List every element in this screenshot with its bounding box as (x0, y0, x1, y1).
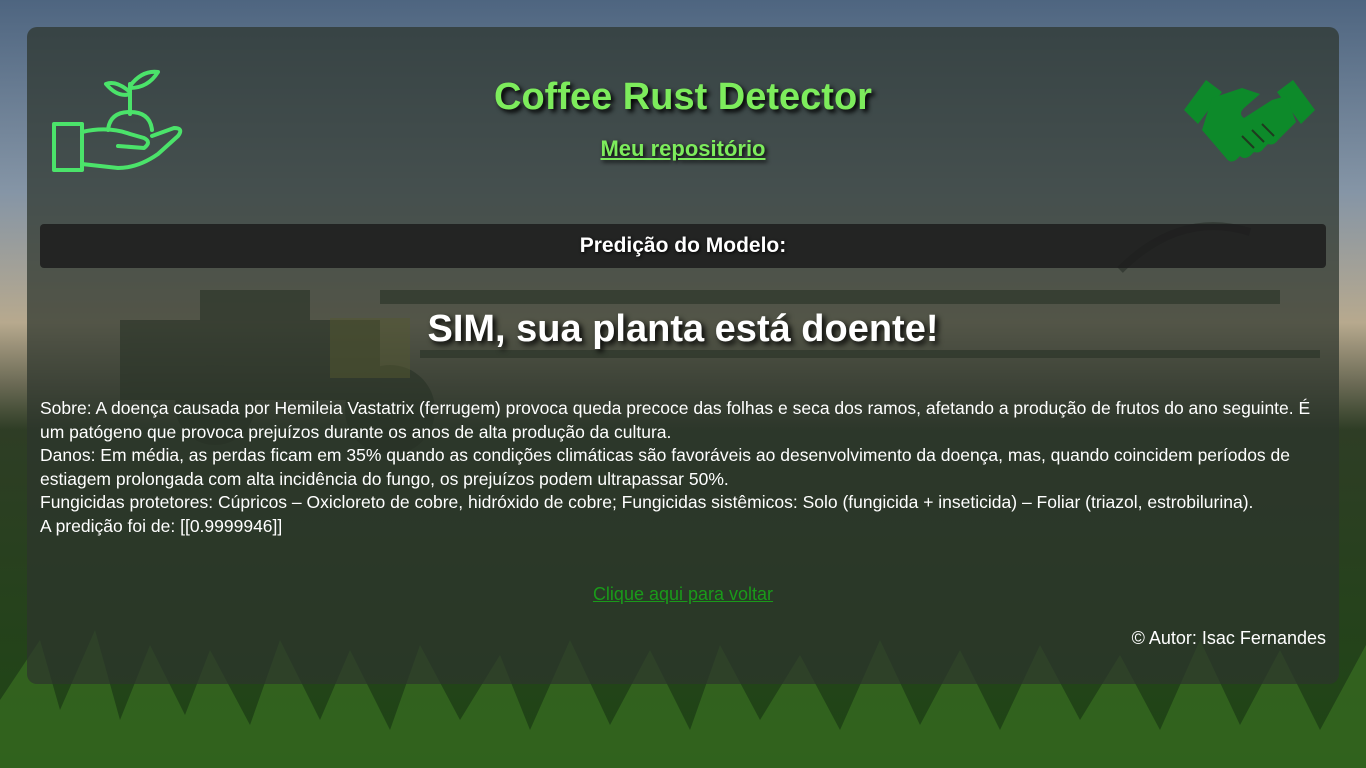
prediction-value-text: A predição foi de: [[0.9999946]] (40, 515, 283, 536)
author-credit: © Autor: Isac Fernandes (1131, 628, 1326, 648)
disease-info: Sobre: A doença causada por Hemileia Vas… (40, 397, 1330, 538)
prediction-result: SIM, sua planta está doente! (427, 308, 939, 350)
repository-link[interactable]: Meu repositório (0, 136, 1366, 162)
fungicides-text: Fungicidas protetores: Cúpricos – Oxiclo… (40, 492, 1254, 512)
app-title: Coffee Rust Detector (494, 76, 872, 118)
damage-text: Danos: Em média, as perdas ficam em 35% … (40, 445, 1291, 489)
prediction-header-bar: Predição do Modelo: (40, 224, 1326, 268)
about-text: Sobre: A doença causada por Hemileia Vas… (40, 398, 1311, 442)
back-link[interactable]: Clique aqui para voltar (0, 584, 1366, 605)
